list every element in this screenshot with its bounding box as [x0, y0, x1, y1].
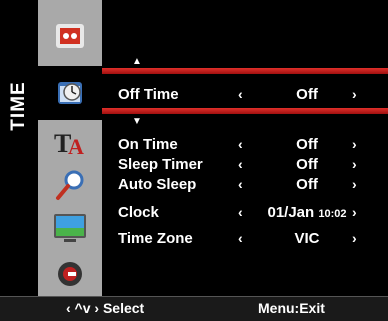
row-value: Off: [296, 156, 318, 173]
row-label: Auto Sleep: [118, 176, 197, 193]
row-value: 01/Jan 10:02: [267, 204, 347, 221]
footer-hint-bar: ‹ ^v › Select Menu:Exit: [0, 296, 388, 321]
arrow-left-icon[interactable]: ‹: [238, 176, 243, 192]
row-label: On Time: [118, 136, 178, 153]
row-label: Off Time: [118, 86, 179, 103]
menu-row-clock[interactable]: Clock ‹ 01/Jan 10:02 ›: [102, 204, 388, 224]
menu-row-sleep-timer[interactable]: Sleep Timer ‹ Off ›: [102, 156, 388, 176]
arrow-left-icon[interactable]: ‹: [238, 204, 243, 220]
arrow-right-icon[interactable]: ›: [352, 136, 357, 152]
arrow-left-icon[interactable]: ‹: [238, 86, 243, 102]
time-menu-icon[interactable]: [50, 72, 90, 112]
row-label: Clock: [118, 204, 159, 221]
menu-icon-column: T A: [38, 0, 102, 296]
exit-hint: Menu:Exit: [258, 300, 325, 316]
menu-row-off-time[interactable]: Off Time ‹ Off ›: [102, 86, 388, 106]
scroll-up-icon[interactable]: ▲: [132, 56, 142, 67]
row-value: VIC: [294, 230, 320, 247]
scroll-down-icon[interactable]: ▼: [132, 116, 142, 127]
arrow-left-icon[interactable]: ‹: [238, 156, 243, 172]
arrow-left-icon[interactable]: ‹: [238, 136, 243, 152]
row-label: Time Zone: [118, 230, 193, 247]
section-title: TIME: [8, 81, 29, 131]
arrow-right-icon[interactable]: ›: [352, 204, 357, 220]
svg-text:A: A: [68, 134, 84, 159]
selection-bar-bottom: [102, 108, 388, 114]
search-icon[interactable]: [50, 166, 90, 206]
menu-row-time-zone[interactable]: Time Zone ‹ VIC ›: [102, 230, 388, 250]
menu-row-on-time[interactable]: On Time ‹ Off ›: [102, 136, 388, 156]
arrow-right-icon[interactable]: ›: [352, 86, 357, 102]
row-label: Sleep Timer: [118, 156, 203, 173]
clock-time: 10:02: [318, 208, 347, 220]
row-value: Off: [296, 86, 318, 103]
select-hint: ‹ ^v › Select: [66, 300, 145, 316]
time-settings-list: ▲ Off Time ‹ Off › ▼ On Time ‹ Off › Sle…: [102, 0, 388, 296]
tv-osd-screen: TIME T A ▲ Off Time ‹ Off › ▼ On Time ‹ …: [0, 0, 388, 321]
menu-row-auto-sleep[interactable]: Auto Sleep ‹ Off ›: [102, 176, 388, 196]
lock-menu-icon[interactable]: [50, 254, 90, 294]
row-value: Off: [296, 176, 318, 193]
picture-menu-icon[interactable]: [50, 16, 90, 56]
setup-menu-icon[interactable]: T A: [50, 122, 90, 162]
arrow-right-icon[interactable]: ›: [352, 176, 357, 192]
display-menu-icon[interactable]: [50, 208, 90, 248]
arrow-right-icon[interactable]: ›: [352, 156, 357, 172]
arrow-right-icon[interactable]: ›: [352, 230, 357, 246]
row-value: Off: [296, 136, 318, 153]
selection-bar-top: [102, 68, 388, 74]
arrow-left-icon[interactable]: ‹: [238, 230, 243, 246]
